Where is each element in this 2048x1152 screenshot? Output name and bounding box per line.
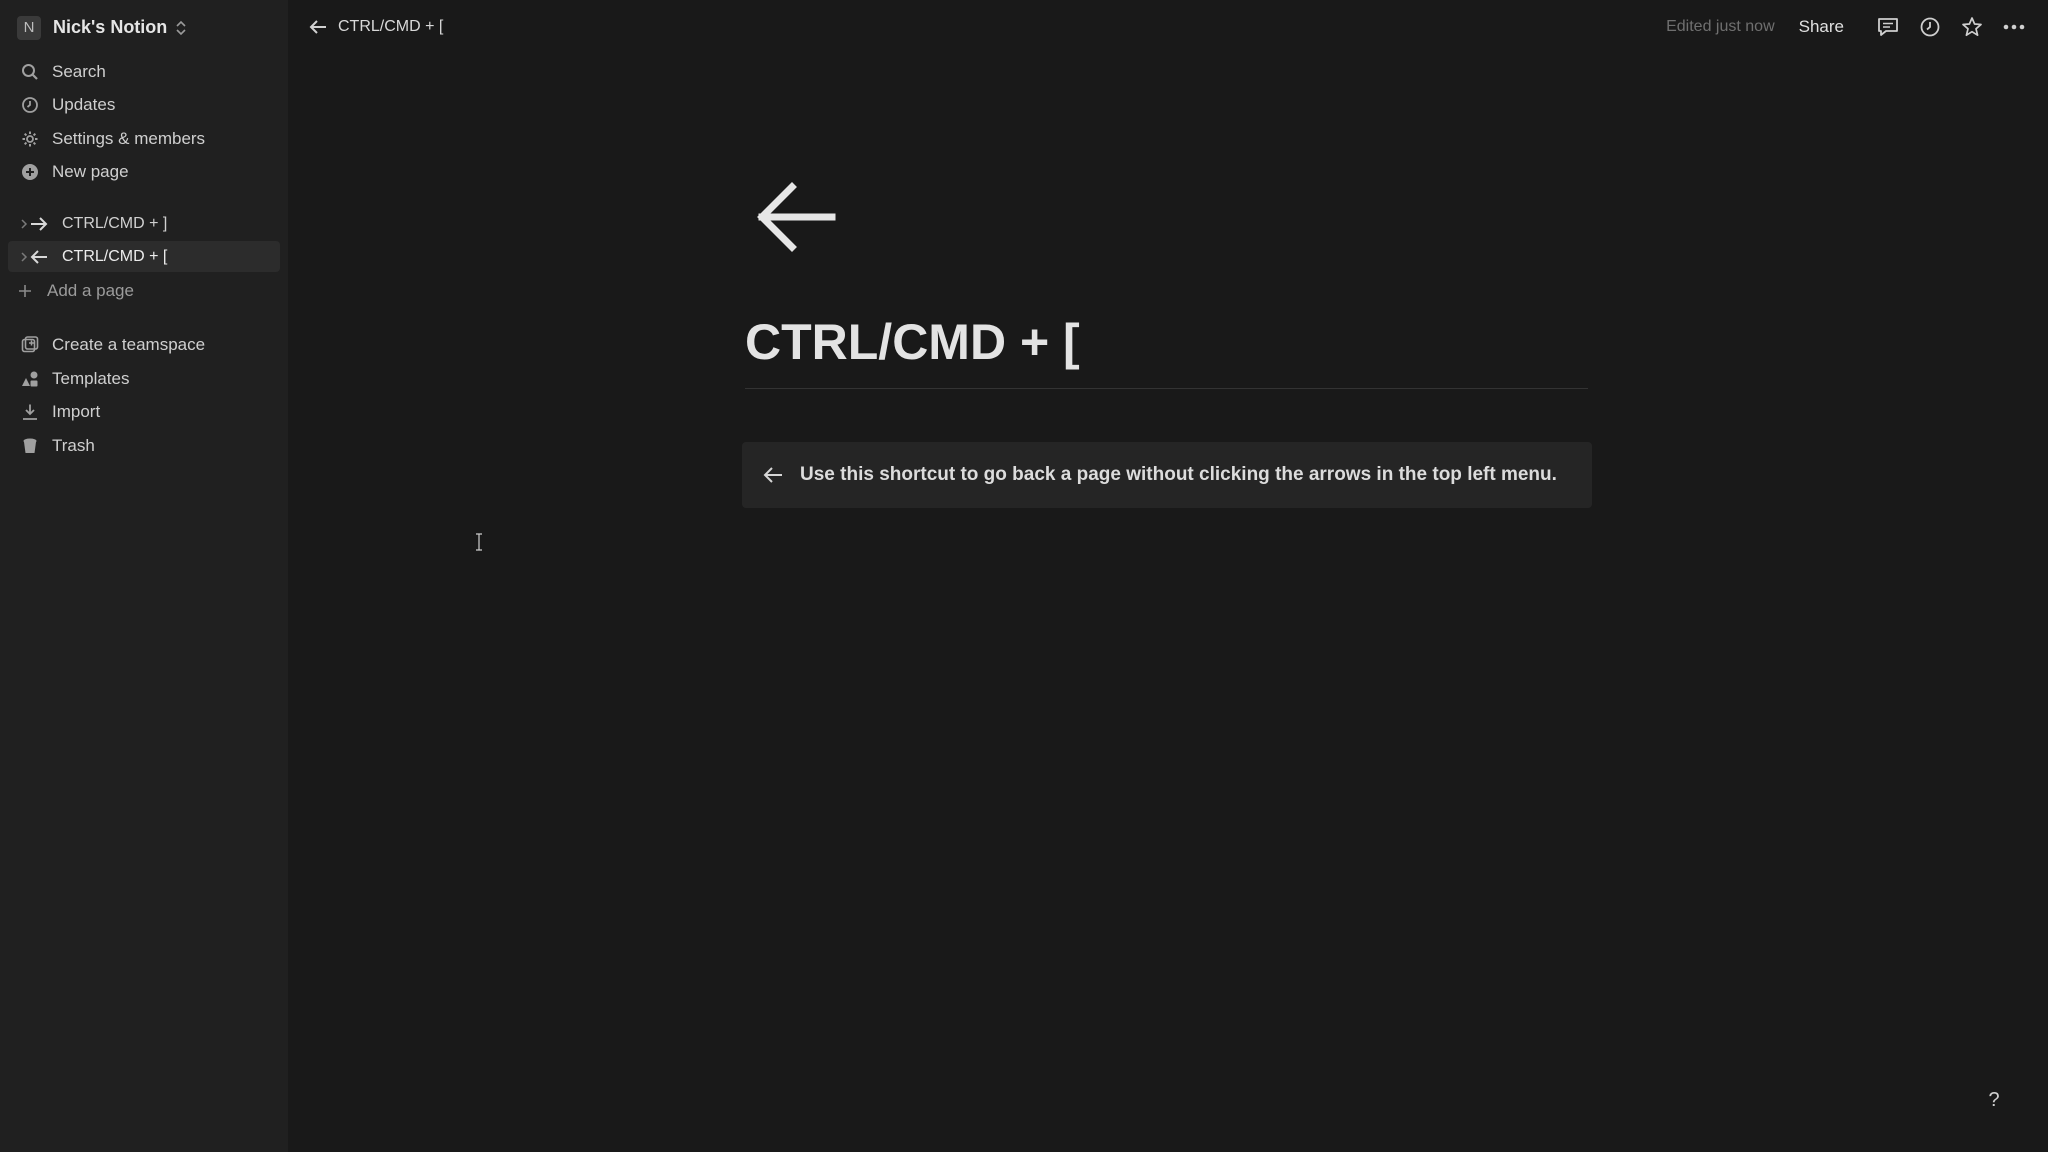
sidebar-item-label: New page: [52, 162, 129, 181]
text-cursor-icon: [474, 532, 484, 552]
trash-icon: [13, 430, 47, 462]
plus-icon: [12, 284, 38, 298]
workspace-switcher[interactable]: N Nick's Notion: [17, 14, 187, 41]
sidebar-item-updates[interactable]: Updates: [12, 89, 280, 121]
sidebar-item-create-teamspace[interactable]: Create a teamspace: [12, 329, 280, 361]
star-icon[interactable]: [1954, 10, 1990, 44]
clock-icon[interactable]: [1912, 10, 1948, 44]
sidebar-item-settings[interactable]: Settings & members: [12, 123, 280, 155]
search-icon: [13, 56, 47, 88]
share-button[interactable]: Share: [1799, 17, 1844, 37]
page-title[interactable]: CTRL/CMD + [: [745, 308, 1080, 376]
workspace-name: Nick's Notion: [53, 17, 168, 37]
import-icon: [13, 396, 47, 428]
edited-status: Edited just now: [1666, 18, 1775, 35]
callout-block[interactable]: Use this shortcut to go back a page with…: [742, 442, 1592, 508]
sidebar-item-import[interactable]: Import: [12, 396, 280, 428]
arrow-right-icon: [26, 208, 52, 239]
add-page-button[interactable]: Add a page: [12, 275, 280, 307]
arrow-left-icon[interactable]: [760, 466, 786, 484]
clock-icon: [13, 89, 47, 121]
sidebar-item-label: Templates: [52, 369, 130, 388]
sidebar-page-ctrl-cmd-forward[interactable]: CTRL/CMD + ]: [8, 208, 280, 239]
sidebar-item-label: Trash: [52, 436, 95, 455]
sidebar-item-new-page[interactable]: New page: [12, 156, 280, 188]
breadcrumb-label: CTRL/CMD + [: [338, 18, 444, 35]
sidebar-item-search[interactable]: Search: [12, 56, 280, 88]
sidebar-item-label: Import: [52, 402, 101, 421]
topbar: CTRL/CMD + [ Edited just now Share: [288, 0, 2048, 54]
sidebar-page-label: CTRL/CMD + [: [62, 247, 168, 265]
chevron-updown-icon: [175, 20, 187, 36]
sidebar-item-templates[interactable]: Templates: [12, 363, 280, 395]
sidebar-item-trash[interactable]: Trash: [12, 430, 280, 462]
sidebar-item-label: Settings & members: [52, 129, 206, 148]
arrow-left-icon: [26, 241, 52, 272]
more-icon[interactable]: [1996, 10, 2032, 44]
sidebar-item-label: Search: [52, 62, 106, 81]
topbar-actions: Edited just now Share: [1666, 10, 2032, 44]
sidebar-item-label: Updates: [52, 95, 116, 114]
templates-icon: [13, 363, 47, 395]
page-arrow-left-icon[interactable]: [754, 176, 836, 258]
sidebar-page-ctrl-cmd-back[interactable]: CTRL/CMD + [: [8, 241, 280, 272]
sidebar-item-label: Create a teamspace: [52, 335, 206, 354]
arrow-left-icon: [308, 19, 328, 35]
teamspace-icon: [13, 329, 47, 361]
add-page-label: Add a page: [47, 281, 134, 300]
gear-icon: [13, 123, 47, 155]
sidebar: N Nick's Notion Search Updates Settings …: [0, 0, 288, 1152]
plus-circle-icon: [13, 156, 47, 188]
workspace-avatar: N: [17, 15, 41, 40]
comment-icon[interactable]: [1870, 10, 1906, 44]
help-button[interactable]: ?: [1979, 1083, 2009, 1117]
title-divider: [745, 388, 1588, 389]
breadcrumb[interactable]: CTRL/CMD + [: [308, 13, 443, 41]
sidebar-page-label: CTRL/CMD + ]: [62, 214, 168, 232]
callout-text[interactable]: Use this shortcut to go back a page with…: [800, 464, 1557, 486]
notion-app: N Nick's Notion Search Updates Settings …: [0, 0, 2048, 1152]
